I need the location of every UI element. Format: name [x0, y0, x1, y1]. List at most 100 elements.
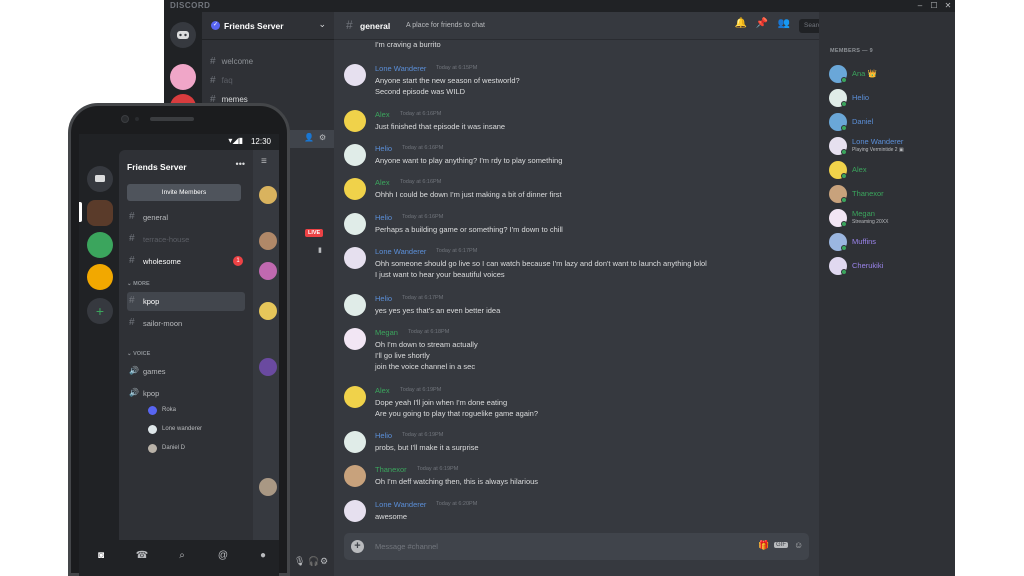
message-text: Oh I'm deff watching then, this is alway…: [375, 477, 539, 486]
close-window-button[interactable]: ✕: [941, 0, 955, 12]
channel-general[interactable]: # general: [127, 208, 245, 227]
channel-wholesome[interactable]: # wholesome 1: [127, 252, 245, 271]
hamburger-icon[interactable]: ≡: [261, 156, 267, 167]
pin-icon[interactable]: 📌: [755, 18, 769, 29]
avatar[interactable]: [344, 213, 366, 235]
online-status-icon: [841, 77, 847, 83]
avatar[interactable]: [344, 294, 366, 316]
avatar[interactable]: [344, 465, 366, 487]
message-author[interactable]: Alex: [375, 110, 390, 119]
channel-faq[interactable]: # faq: [210, 75, 233, 86]
message-author[interactable]: Alex: [375, 178, 390, 187]
message-timestamp: Today at 6:19PM: [417, 466, 459, 472]
dm-button[interactable]: [87, 166, 113, 192]
member-name: Ana 👑: [852, 69, 877, 78]
channel-terrace-house[interactable]: # terrace-house: [127, 230, 245, 249]
discord-home-icon[interactable]: ◙: [93, 550, 109, 561]
message-timestamp: Today at 6:16PM: [402, 214, 444, 220]
avatar[interactable]: [344, 500, 366, 522]
avatar[interactable]: [344, 386, 366, 408]
message-author[interactable]: Lone Wanderer: [375, 500, 426, 509]
phone-chat-peek: ≡: [253, 150, 279, 540]
message-text: Second episode was WILD: [375, 87, 466, 96]
friends-icon[interactable]: ☎: [134, 550, 150, 561]
minimize-button[interactable]: –: [913, 0, 927, 12]
member-item[interactable]: Cherukiki: [829, 257, 949, 277]
more-options-icon[interactable]: •••: [236, 159, 245, 169]
server-icon-sims[interactable]: [87, 232, 113, 258]
member-item[interactable]: Helio: [829, 89, 949, 109]
voice-channel-games[interactable]: 🔊 games: [127, 362, 245, 381]
message-author[interactable]: Lone Wanderer: [375, 247, 426, 256]
chevron-down-icon[interactable]: ⌄: [318, 19, 326, 30]
member-item[interactable]: Megan Streaming 20XX: [829, 209, 949, 229]
microphone-icon[interactable]: 🎙: [294, 556, 305, 567]
message-author[interactable]: Helio: [375, 431, 392, 440]
member-item[interactable]: Daniel: [829, 113, 949, 133]
channel-welcome[interactable]: # welcome: [210, 56, 253, 67]
user-settings-icon[interactable]: ⚙: [320, 556, 328, 567]
member-item[interactable]: Thanexor: [829, 185, 949, 205]
category-voice[interactable]: ⌄ VOICE: [127, 351, 150, 357]
message-author[interactable]: Helio: [375, 213, 392, 222]
online-status-icon: [841, 149, 847, 155]
message-author[interactable]: Thanexor: [375, 465, 407, 474]
emoji-icon[interactable]: ☺: [794, 540, 803, 550]
category-more[interactable]: ⌄ MORE: [127, 281, 150, 287]
search-icon[interactable]: ⌕: [174, 550, 190, 561]
bell-icon[interactable]: 🔔: [734, 18, 748, 29]
member-name: Lone Wanderer: [852, 137, 904, 146]
message-text: I'll go live shortly: [375, 351, 430, 360]
channel-sailor-moon[interactable]: # sailor-moon: [127, 314, 245, 333]
message-text: Just finished that episode it was insane: [375, 122, 506, 131]
member-item[interactable]: Alex: [829, 161, 949, 181]
member-item[interactable]: Lone Wanderer Playing Vermintide 2 ▣: [829, 137, 949, 157]
server-icon-overwatch[interactable]: [87, 264, 113, 290]
maximize-button[interactable]: ☐: [927, 0, 941, 12]
avatar[interactable]: [344, 247, 366, 269]
message-author[interactable]: Helio: [375, 144, 392, 153]
mention-icon[interactable]: @: [215, 550, 231, 561]
message-author[interactable]: Alex: [375, 386, 390, 395]
message-author[interactable]: Lone Wanderer: [375, 64, 426, 73]
avatar: [259, 262, 277, 280]
message-timestamp: Today at 6:17PM: [402, 295, 444, 301]
headphones-icon[interactable]: 🎧: [308, 556, 319, 567]
member-name: Megan: [852, 209, 875, 218]
stage: DISCORD – ☐ ✕ ✓ Friends Server ⌄ # welcom…: [0, 0, 1024, 576]
member-item[interactable]: Ana 👑: [829, 65, 949, 85]
profile-avatar-icon[interactable]: ●: [255, 550, 271, 561]
invite-members-button[interactable]: Invite Members: [127, 184, 241, 201]
member-name: Alex: [852, 165, 867, 174]
upload-plus-icon[interactable]: +: [351, 540, 364, 553]
gif-button[interactable]: GIF: [774, 542, 788, 548]
message-author[interactable]: Helio: [375, 294, 392, 303]
add-server-button[interactable]: +: [87, 298, 113, 324]
settings-icon[interactable]: ⚙: [319, 133, 326, 142]
avatar[interactable]: [344, 431, 366, 453]
server-icon-friends[interactable]: [87, 200, 113, 226]
phone-screen: ▾◢▮ 12:30 + Friends Server ••• Invite Me…: [79, 134, 279, 576]
avatar: [259, 232, 277, 250]
avatar[interactable]: [344, 178, 366, 200]
add-friend-icon[interactable]: 👤: [304, 133, 314, 142]
avatar[interactable]: [344, 110, 366, 132]
online-status-icon: [841, 221, 847, 227]
message-composer[interactable]: + Message #channel 🎁 GIF ☺: [344, 533, 809, 560]
message-text: join the voice channel in a sec: [375, 362, 476, 371]
member-list-icon[interactable]: 👥: [777, 18, 791, 29]
avatar[interactable]: [344, 144, 366, 166]
app-title: DISCORD: [170, 1, 211, 10]
member-name: Thanexor: [852, 189, 884, 198]
avatar[interactable]: [344, 64, 366, 86]
member-item[interactable]: Muffins: [829, 233, 949, 253]
message-author[interactable]: Megan: [375, 328, 398, 337]
channel-kpop[interactable]: # kpop: [127, 292, 245, 311]
server-header[interactable]: ✓ Friends Server ⌄: [202, 12, 334, 40]
video-icon: ▮: [318, 247, 322, 254]
server-icon-bunny[interactable]: [170, 64, 196, 90]
gift-icon[interactable]: 🎁: [758, 540, 769, 551]
avatar[interactable]: [344, 328, 366, 350]
home-button[interactable]: [170, 22, 196, 48]
voice-channel-kpop[interactable]: 🔊 kpop: [127, 384, 245, 403]
